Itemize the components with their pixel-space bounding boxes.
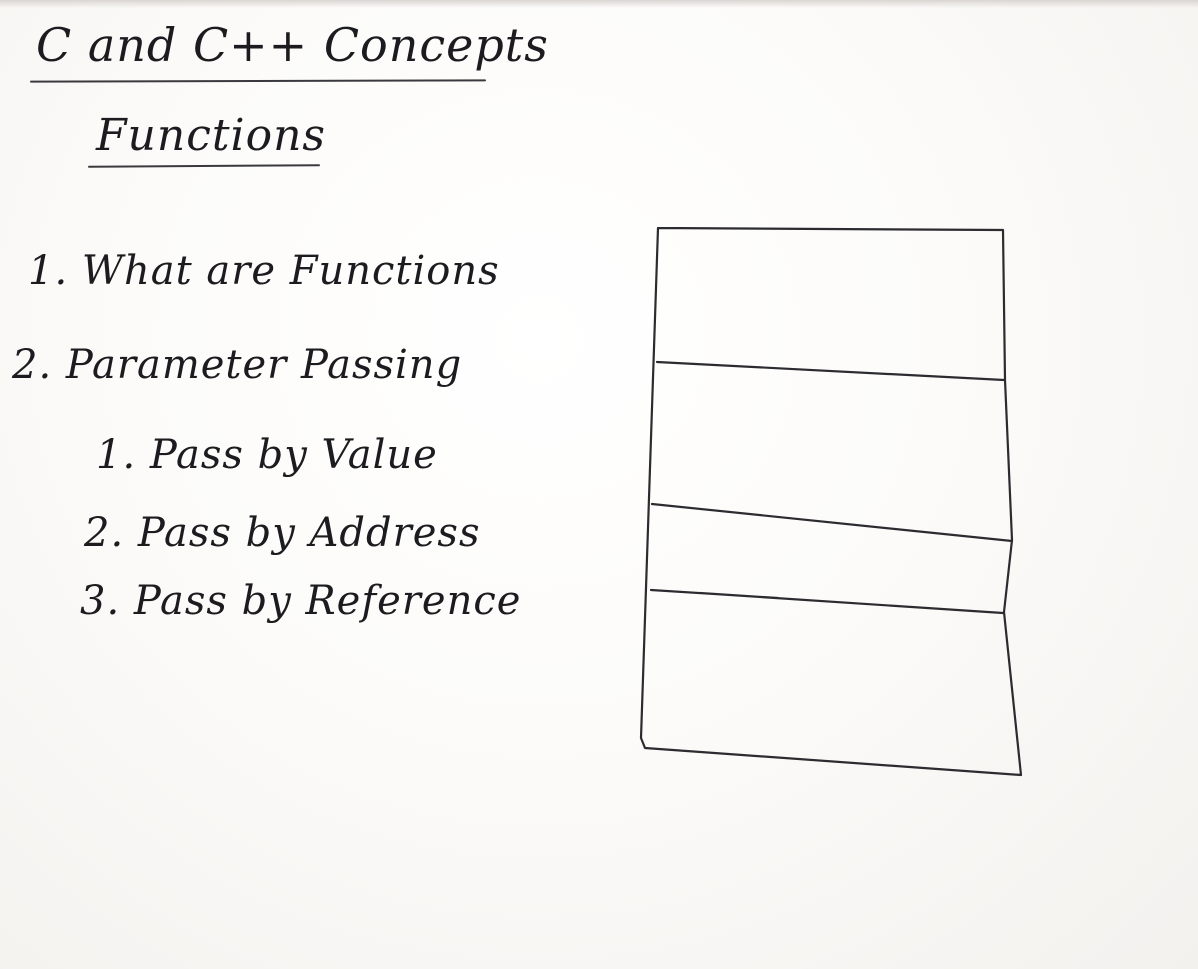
memory-stack-diagram [639, 226, 1023, 777]
diagram-outline [639, 226, 1023, 777]
diagram-divider-1 [655, 360, 1006, 382]
whiteboard: C and C++ Concepts Functions 1. What are… [0, 0, 1198, 969]
diagram-divider-2 [650, 502, 1014, 543]
diagram-divider-3 [649, 588, 1005, 615]
